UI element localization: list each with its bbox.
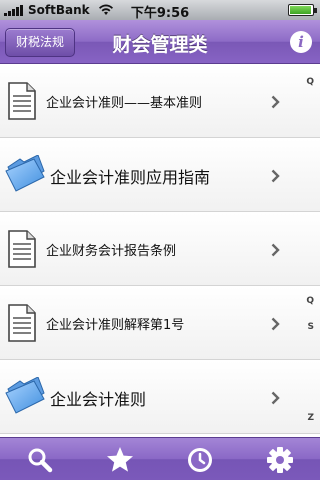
folder-icon bbox=[5, 155, 45, 192]
section-index-bar[interactable]: Q Q S Z bbox=[298, 65, 320, 437]
chevron-right-icon bbox=[271, 361, 280, 434]
tab-search[interactable] bbox=[0, 438, 80, 481]
tab-history[interactable] bbox=[160, 438, 240, 481]
list-item-label: 企业会计准则——基本准则 bbox=[46, 96, 203, 111]
list-item[interactable]: 企业会计准则解释第1号 bbox=[0, 287, 320, 360]
tab-bar bbox=[0, 437, 320, 480]
battery-icon bbox=[288, 4, 317, 16]
star-icon bbox=[107, 447, 133, 472]
list-item[interactable]: 企业会计准则——基本准则 bbox=[0, 65, 320, 138]
list-item[interactable]: 企业会计准则 bbox=[0, 361, 320, 434]
list-item[interactable]: 企业会计准则应用指南 bbox=[0, 139, 320, 212]
list-item-label: 企业财务会计报告条例 bbox=[46, 244, 177, 259]
chevron-right-icon bbox=[271, 139, 280, 212]
tab-settings[interactable] bbox=[240, 438, 320, 481]
navigation-bar: 财税法规 财会管理类 i bbox=[0, 20, 320, 64]
tab-favorites[interactable] bbox=[80, 438, 160, 481]
chevron-right-icon bbox=[271, 65, 280, 138]
search-icon bbox=[28, 448, 53, 472]
gear-icon bbox=[267, 446, 293, 473]
page-title: 财会管理类 bbox=[112, 34, 208, 56]
chevron-right-icon bbox=[271, 287, 280, 360]
list-item-label: 企业会计准则解释第1号 bbox=[46, 318, 185, 333]
info-icon[interactable]: i bbox=[290, 31, 312, 53]
folder-icon bbox=[5, 377, 45, 414]
index-letter[interactable]: Z bbox=[307, 413, 314, 423]
index-letter[interactable]: S bbox=[308, 322, 314, 332]
status-bar: SoftBank 下午9:56 bbox=[0, 0, 320, 21]
index-letter[interactable]: Q bbox=[306, 296, 314, 306]
document-list: 企业会计准则——基本准则 企业会计准则应用指南 企业财务会计报告条例 企业会计准… bbox=[0, 65, 320, 437]
list-item-label: 企业会计准则 bbox=[50, 389, 147, 409]
status-time: 下午9:56 bbox=[130, 6, 190, 21]
chevron-right-icon bbox=[271, 213, 280, 286]
clock-icon bbox=[188, 447, 212, 472]
list-item-label: 企业会计准则应用指南 bbox=[50, 167, 211, 187]
document-icon bbox=[8, 82, 36, 120]
document-icon bbox=[8, 230, 36, 268]
index-search-glyph[interactable]: Q bbox=[306, 77, 314, 87]
document-icon bbox=[8, 304, 36, 342]
list-item[interactable]: 企业财务会计报告条例 bbox=[0, 213, 320, 286]
